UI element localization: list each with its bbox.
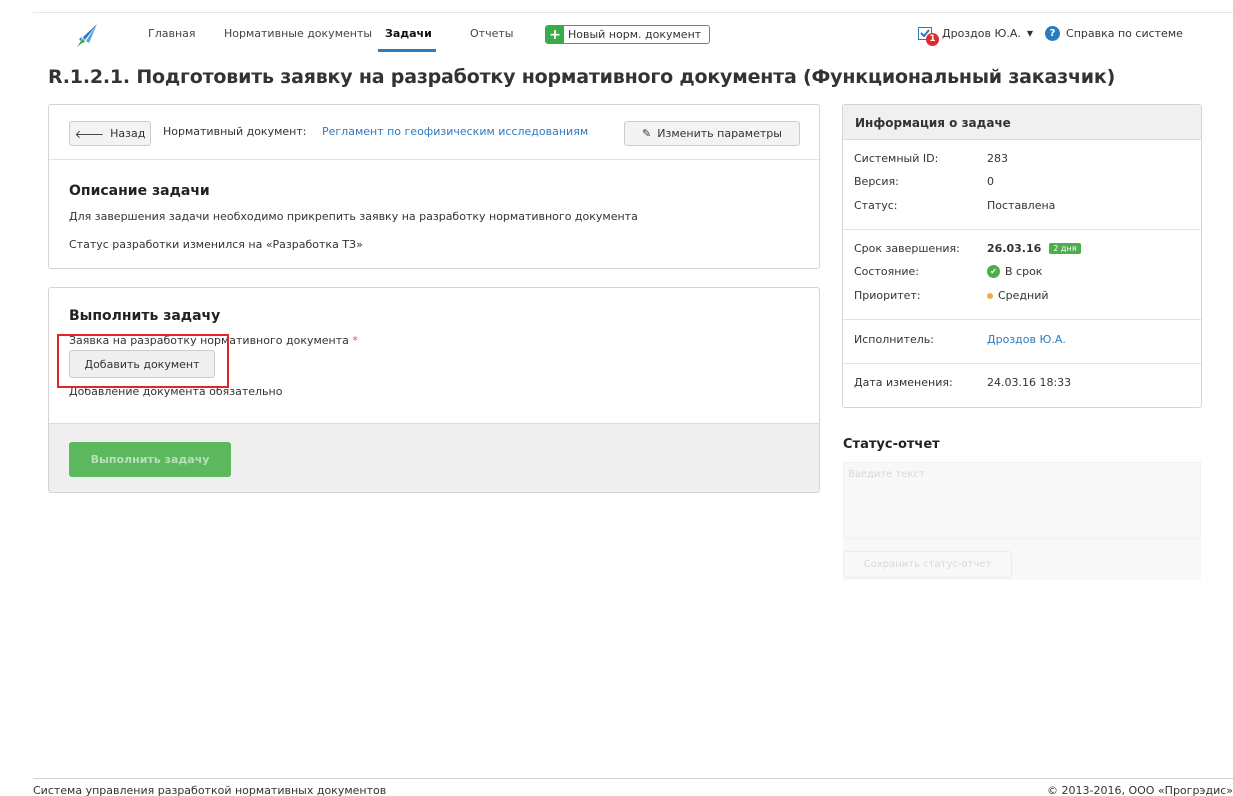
nav-home[interactable]: Главная bbox=[148, 27, 196, 40]
status-change-text: Статус разработки изменился на «Разработ… bbox=[69, 238, 363, 251]
version-value: 0 bbox=[987, 175, 994, 188]
tasks-check-icon[interactable]: 1 bbox=[918, 26, 939, 46]
execute-title: Выполнить задачу bbox=[69, 308, 221, 324]
status-report-input[interactable]: Введите текст bbox=[843, 462, 1201, 539]
info-divider bbox=[843, 229, 1201, 230]
modified-label: Дата изменения: bbox=[854, 376, 953, 389]
check-circle-icon: ✔ bbox=[987, 265, 1000, 278]
due-value: 26.03.16 2 дня bbox=[987, 242, 1081, 255]
state-value: ✔ В срок bbox=[987, 265, 1042, 278]
description-title: Описание задачи bbox=[69, 183, 210, 199]
status-value: Поставлена bbox=[987, 199, 1056, 212]
version-label: Версия: bbox=[854, 175, 899, 188]
arrow-left-icon: 🡐 bbox=[74, 127, 105, 141]
chevron-down-icon[interactable]: ▼ bbox=[1027, 29, 1033, 38]
help-icon[interactable]: ? bbox=[1045, 26, 1061, 41]
highlight-box bbox=[57, 334, 229, 388]
nav-active-indicator bbox=[378, 49, 436, 52]
state-text: В срок bbox=[1005, 265, 1043, 278]
new-doc-button[interactable]: + Новый норм. документ bbox=[545, 25, 711, 44]
priority-dot-icon bbox=[987, 292, 993, 299]
pencil-icon: ✎ bbox=[642, 127, 652, 140]
system-id-value: 283 bbox=[987, 152, 1008, 165]
user-menu[interactable]: Дроздов Ю.А. bbox=[942, 27, 1021, 40]
task-description-panel: 🡐 Назад Нормативный документ: Регламент … bbox=[48, 104, 820, 269]
priority-text: Средний bbox=[998, 289, 1049, 302]
due-date: 26.03.16 bbox=[987, 242, 1042, 255]
top-navbar: Главная Нормативные документы Задачи Отч… bbox=[33, 12, 1233, 52]
nav-tasks[interactable]: Задачи bbox=[385, 27, 432, 40]
back-label: Назад bbox=[110, 127, 146, 140]
back-button[interactable]: 🡐 Назад bbox=[69, 121, 151, 146]
notification-badge: 1 bbox=[926, 32, 939, 46]
nav-normative-docs[interactable]: Нормативные документы bbox=[224, 27, 372, 40]
execute-task-panel: Выполнить задачу Заявка на разработку но… bbox=[48, 287, 820, 493]
description-text: Для завершения задачи необходимо прикреп… bbox=[69, 210, 638, 223]
task-header-row: 🡐 Назад Нормативный документ: Регламент … bbox=[49, 105, 819, 160]
task-info-panel: Информация о задаче Системный ID: 283 Ве… bbox=[842, 104, 1202, 408]
assignee-link[interactable]: Дроздов Ю.А. bbox=[987, 333, 1066, 346]
doc-link[interactable]: Регламент по геофизическим исследованиям bbox=[322, 125, 588, 138]
rocket-logo-icon[interactable] bbox=[73, 23, 99, 51]
modified-value: 24.03.16 18:33 bbox=[987, 376, 1072, 389]
user-area: 1 Дроздов Ю.А. ▼ ? Справка по системе bbox=[918, 26, 1183, 46]
info-divider bbox=[843, 319, 1201, 320]
info-title: Информация о задаче bbox=[843, 105, 1201, 140]
due-badge: 2 дня bbox=[1049, 243, 1081, 254]
edit-params-label: Изменить параметры bbox=[657, 127, 782, 140]
state-label: Состояние: bbox=[854, 265, 920, 278]
assignee-label: Исполнитель: bbox=[854, 333, 934, 346]
save-status-button[interactable]: Сохранить статус-отчет bbox=[843, 551, 1012, 578]
status-label: Статус: bbox=[854, 199, 898, 212]
footer-system-name: Система управления разработкой нормативн… bbox=[33, 784, 387, 796]
priority-label: Приоритет: bbox=[854, 289, 921, 302]
due-label: Срок завершения: bbox=[854, 242, 960, 255]
required-mark: * bbox=[352, 334, 358, 347]
plus-icon: + bbox=[546, 26, 564, 43]
new-doc-label: Новый норм. документ bbox=[568, 28, 702, 41]
edit-params-button[interactable]: ✎ Изменить параметры bbox=[624, 121, 800, 146]
execute-task-button[interactable]: Выполнить задачу bbox=[69, 442, 231, 477]
priority-value: Средний bbox=[987, 289, 1049, 302]
page-title: R.1.2.1. Подготовить заявку на разработк… bbox=[48, 66, 1116, 88]
status-report-title: Статус-отчет bbox=[843, 437, 940, 452]
nav-reports[interactable]: Отчеты bbox=[470, 27, 513, 40]
doc-label: Нормативный документ: bbox=[163, 125, 307, 138]
help-link[interactable]: Справка по системе bbox=[1066, 27, 1183, 40]
info-divider bbox=[843, 363, 1201, 364]
footer: Система управления разработкой нормативн… bbox=[33, 778, 1233, 796]
system-id-label: Системный ID: bbox=[854, 152, 939, 165]
footer-copyright: © 2013-2016, ООО «Прогрэдис» bbox=[1047, 784, 1233, 796]
